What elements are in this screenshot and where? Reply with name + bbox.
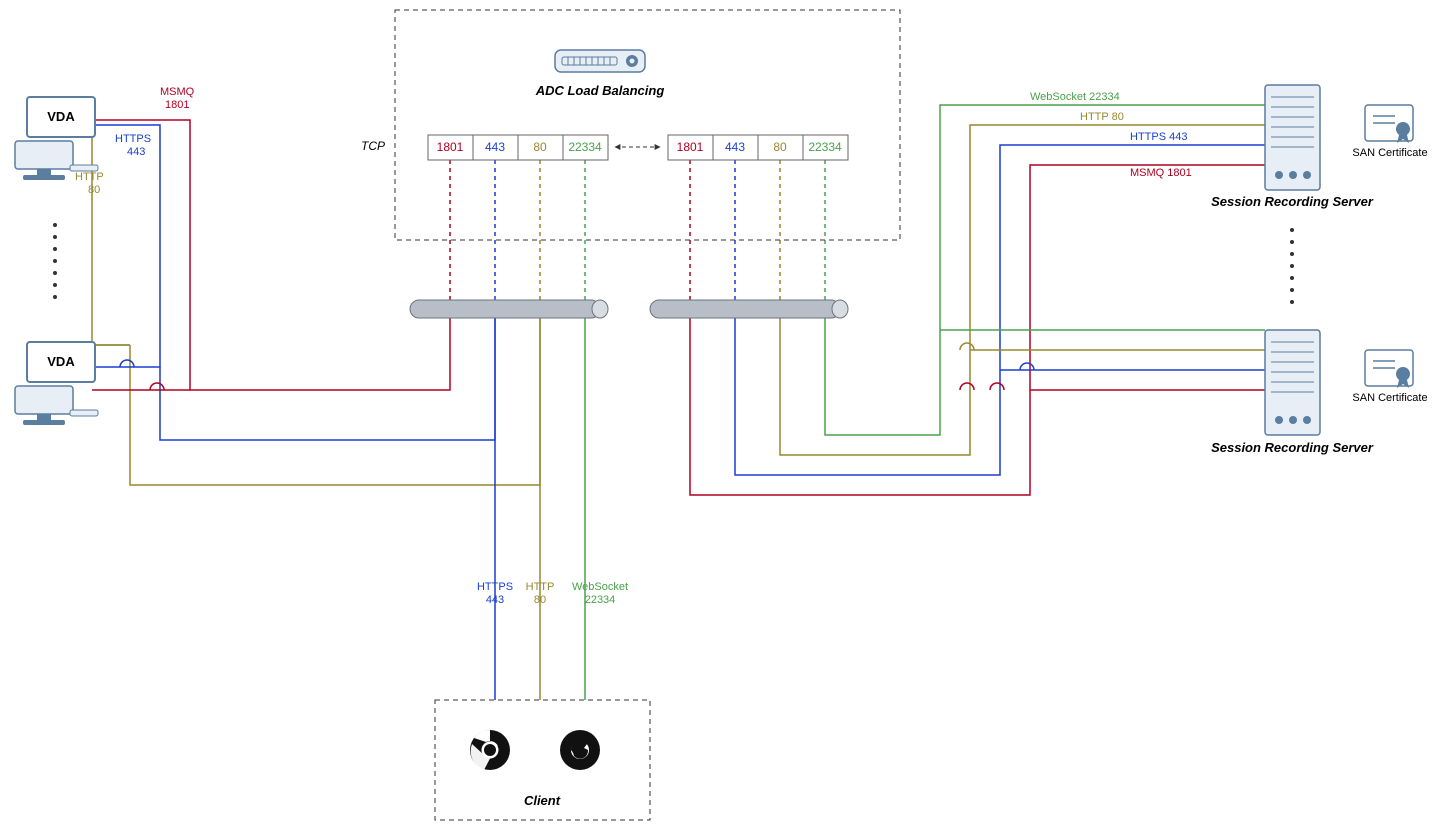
line-ws-srv (825, 105, 1265, 435)
vda-label-1: VDA (47, 109, 75, 124)
port-80-l: 80 (533, 140, 547, 154)
adc-tcp-label: TCP (361, 139, 385, 153)
cert-node-1 (1365, 105, 1413, 143)
adc-ports-left: 1801 443 80 22334 (428, 135, 608, 160)
srv-ws-label: WebSocket 22334 (1030, 91, 1120, 103)
client-label: Client (524, 793, 561, 808)
port-22334-r: 22334 (808, 140, 842, 154)
vda-msmq-label-name: MSMQ (160, 86, 195, 98)
vda-http-label-name: HTTP (75, 171, 104, 183)
vda-label-2: VDA (47, 354, 75, 369)
adc-title: ADC Load Balancing (535, 83, 665, 98)
line-msmq-vda-bus (190, 310, 450, 390)
port-1801-r: 1801 (677, 140, 704, 154)
cert-node-2 (1365, 350, 1413, 388)
server-node-1 (1265, 85, 1320, 190)
pipe-left (410, 300, 608, 318)
client-https-name: HTTPS (477, 581, 513, 593)
client-http-name: HTTP (526, 581, 555, 593)
adc-device-icon (555, 50, 645, 72)
vda-ellipsis (53, 223, 57, 299)
chrome-icon (470, 730, 510, 770)
client-https-port: 443 (486, 594, 504, 606)
port-22334-l: 22334 (568, 140, 602, 154)
srv-msmq-label: MSMQ 1801 (1130, 167, 1192, 179)
port-443-l: 443 (485, 140, 505, 154)
server-label-2: Session Recording Server (1211, 440, 1374, 455)
vda-https-label-port: 443 (127, 146, 145, 158)
line-https-vda-bus (160, 310, 495, 440)
hop-vda2-2 (150, 383, 164, 390)
port-1801-l: 1801 (437, 140, 464, 154)
server-label-1: Session Recording Server (1211, 194, 1374, 209)
firefox-icon (560, 730, 600, 770)
adc-ports-right: 1801 443 80 22334 (668, 135, 848, 160)
port-80-r: 80 (773, 140, 787, 154)
cert-label-1: SAN Certificate (1352, 147, 1427, 159)
vda-msmq-label-port: 1801 (165, 99, 189, 111)
vda-node-1: VDA (15, 97, 98, 180)
line-https-vda-top (92, 125, 160, 367)
client-ws-name: WebSocket (572, 581, 628, 593)
server-node-2 (1265, 330, 1320, 435)
vda-https-label-name: HTTPS (115, 133, 151, 145)
server-ellipsis (1290, 228, 1294, 304)
srv-http-label: HTTP 80 (1080, 111, 1124, 123)
line-http-vda-bus (130, 310, 540, 485)
hop-srv2-d (960, 343, 974, 350)
client-http-port: 80 (534, 594, 546, 606)
hop-srv2-c (1020, 363, 1034, 370)
line-http-vda-bot (92, 345, 130, 380)
line-http-srv (780, 125, 1265, 455)
hop-srv2-b (990, 383, 1004, 390)
client-ws-port: 22334 (585, 594, 616, 606)
srv-https-label: HTTPS 443 (1130, 131, 1187, 143)
line-msmq-vda-top (92, 120, 190, 390)
cert-label-2: SAN Certificate (1352, 392, 1427, 404)
vda-http-label-port: 80 (88, 184, 100, 196)
adc-container (395, 10, 900, 240)
line-http-vda-top (92, 130, 130, 345)
port-443-r: 443 (725, 140, 745, 154)
hop-srv2-a (960, 383, 974, 390)
pipe-right (650, 300, 848, 318)
vda-node-2: VDA (15, 342, 98, 425)
hop-vda2-1 (120, 360, 134, 367)
